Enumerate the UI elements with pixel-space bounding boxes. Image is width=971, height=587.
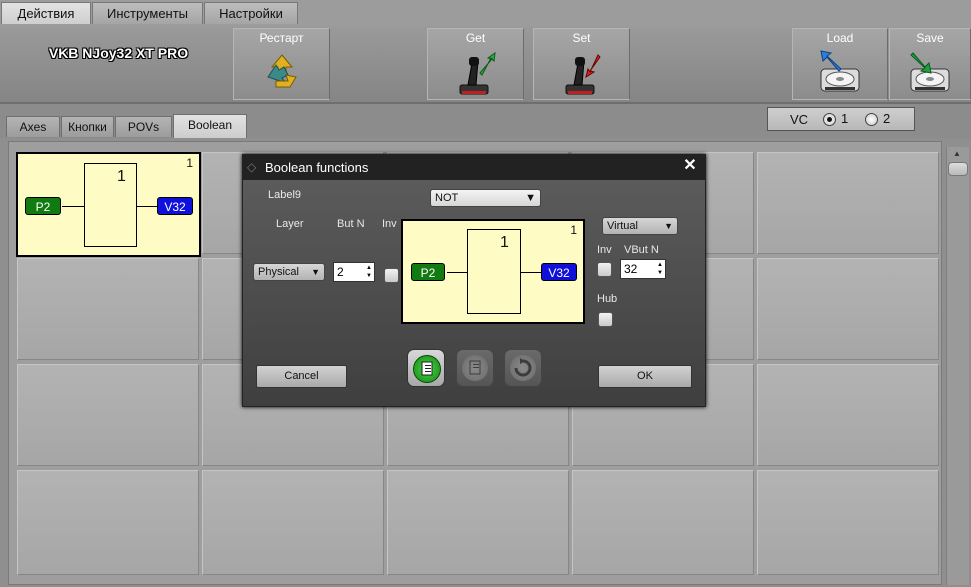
empty-block-slot[interactable] xyxy=(17,364,199,466)
empty-block-slot[interactable] xyxy=(757,152,939,254)
target-layer-select[interactable]: Virtual ▼ xyxy=(602,217,678,235)
layer-value: Physical xyxy=(258,266,299,278)
set-label: Set xyxy=(572,31,591,45)
empty-block-slot[interactable] xyxy=(757,470,939,575)
joystick-set-icon xyxy=(560,49,604,100)
inv-checkbox[interactable] xyxy=(384,268,399,283)
chevron-down-icon: ▼ xyxy=(525,192,536,204)
output-pin: V32 xyxy=(157,197,193,215)
chevron-down-icon: ▼ xyxy=(311,267,320,277)
load-label: Load xyxy=(826,31,854,45)
inv2-label: Inv xyxy=(597,244,612,256)
label9: Label9 xyxy=(268,189,302,201)
vbutn-stepper[interactable]: 32 ▲ ▼ xyxy=(620,259,666,279)
empty-block-slot[interactable] xyxy=(757,258,939,360)
tab-settings[interactable]: Настройки xyxy=(204,2,298,24)
input-wire xyxy=(447,272,467,273)
tab-buttons[interactable]: Кнопки xyxy=(61,116,114,137)
butn-stepper[interactable]: 2 ▲ ▼ xyxy=(333,262,375,282)
disk-load-icon xyxy=(817,49,863,98)
stepper-arrows-icon[interactable]: ▲ ▼ xyxy=(657,261,663,277)
save-label: Save xyxy=(916,31,944,45)
output-wire xyxy=(137,206,159,207)
app-title: VKB NJoy32 XT PRO xyxy=(48,45,189,61)
save-button[interactable]: Save xyxy=(889,28,971,100)
copy-icon xyxy=(413,355,441,383)
gate-box: 1 xyxy=(467,229,521,314)
empty-block-slot[interactable] xyxy=(17,258,199,360)
layer-label: Layer xyxy=(276,218,304,230)
cancel-button[interactable]: Cancel xyxy=(256,365,347,388)
layer-select[interactable]: Physical ▼ xyxy=(253,263,325,281)
empty-block-slot[interactable] xyxy=(387,470,569,575)
empty-block-slot[interactable] xyxy=(202,470,384,575)
get-label: Get xyxy=(465,31,486,45)
input-pin: P2 xyxy=(25,197,61,215)
restart-button[interactable]: Рестарт xyxy=(233,28,330,100)
tab-boolean[interactable]: Boolean xyxy=(173,114,247,138)
chevron-down-icon: ▼ xyxy=(664,221,673,231)
input-pin: P2 xyxy=(411,263,445,281)
function-select[interactable]: NOT ▼ xyxy=(430,189,541,207)
recycle-icon xyxy=(262,51,302,94)
tab-tools[interactable]: Инструменты xyxy=(92,2,203,24)
vc-selector: VC 1 2 xyxy=(767,107,915,131)
gate-label: 1 xyxy=(117,168,126,185)
close-icon[interactable]: ✕ xyxy=(682,157,698,175)
joystick-get-icon xyxy=(454,49,498,100)
paste-icon xyxy=(462,355,488,381)
load-button[interactable]: Load xyxy=(792,28,888,100)
target-layer-value: Virtual xyxy=(607,220,638,232)
vbutn-label: VBut N xyxy=(624,244,659,256)
output-wire xyxy=(521,272,543,273)
empty-block-slot[interactable] xyxy=(572,470,754,575)
set-button[interactable]: Set xyxy=(533,28,630,100)
stepper-arrows-icon[interactable]: ▲ ▼ xyxy=(366,264,372,280)
vc-radio-2-label: 2 xyxy=(883,111,891,126)
tab-povs[interactable]: POVs xyxy=(115,116,172,137)
vc-radio-1-label: 1 xyxy=(841,111,849,126)
tab-actions[interactable]: Действия xyxy=(1,2,91,24)
get-button[interactable]: Get xyxy=(427,28,524,100)
hub-checkbox[interactable] xyxy=(598,312,613,327)
vc-radio-1[interactable] xyxy=(823,113,836,126)
disk-save-icon xyxy=(907,49,953,98)
butn-label: But N xyxy=(337,218,365,230)
output-pin: V32 xyxy=(541,263,577,281)
butn-value: 2 xyxy=(337,265,344,279)
input-wire xyxy=(62,206,84,207)
scroll-thumb[interactable] xyxy=(948,162,968,176)
gate-label: 1 xyxy=(500,234,509,251)
vbutn-value: 32 xyxy=(624,262,638,276)
restart-label: Рестарт xyxy=(259,31,304,45)
vertical-scrollbar[interactable] xyxy=(946,147,969,585)
dialog-title: Boolean functions xyxy=(265,160,369,175)
vc-label: VC xyxy=(790,112,809,127)
undo-icon xyxy=(510,355,536,381)
function-value: NOT xyxy=(435,192,459,204)
empty-block-slot[interactable] xyxy=(17,470,199,575)
copy-button[interactable] xyxy=(407,349,445,387)
undo-button[interactable] xyxy=(504,349,542,387)
scroll-up-arrow-icon[interactable]: ▲ xyxy=(946,147,968,161)
dialog-boolean-block: 1 1 P2 V32 xyxy=(401,219,585,324)
dialog-app-icon: ◇ xyxy=(247,160,257,174)
empty-block-slot[interactable] xyxy=(757,364,939,466)
paste-button[interactable] xyxy=(456,349,494,387)
block-index: 1 xyxy=(186,156,193,170)
boolean-block[interactable]: 1 1 P2 V32 xyxy=(16,152,201,257)
block-index: 1 xyxy=(570,223,577,237)
hub-label: Hub xyxy=(597,293,618,305)
ok-button[interactable]: OK xyxy=(598,365,692,388)
gate-box: 1 xyxy=(84,163,137,247)
tab-axes[interactable]: Axes xyxy=(6,116,60,137)
vc-radio-2[interactable] xyxy=(865,113,878,126)
inv-label: Inv xyxy=(382,218,397,230)
inv2-checkbox[interactable] xyxy=(597,262,612,277)
